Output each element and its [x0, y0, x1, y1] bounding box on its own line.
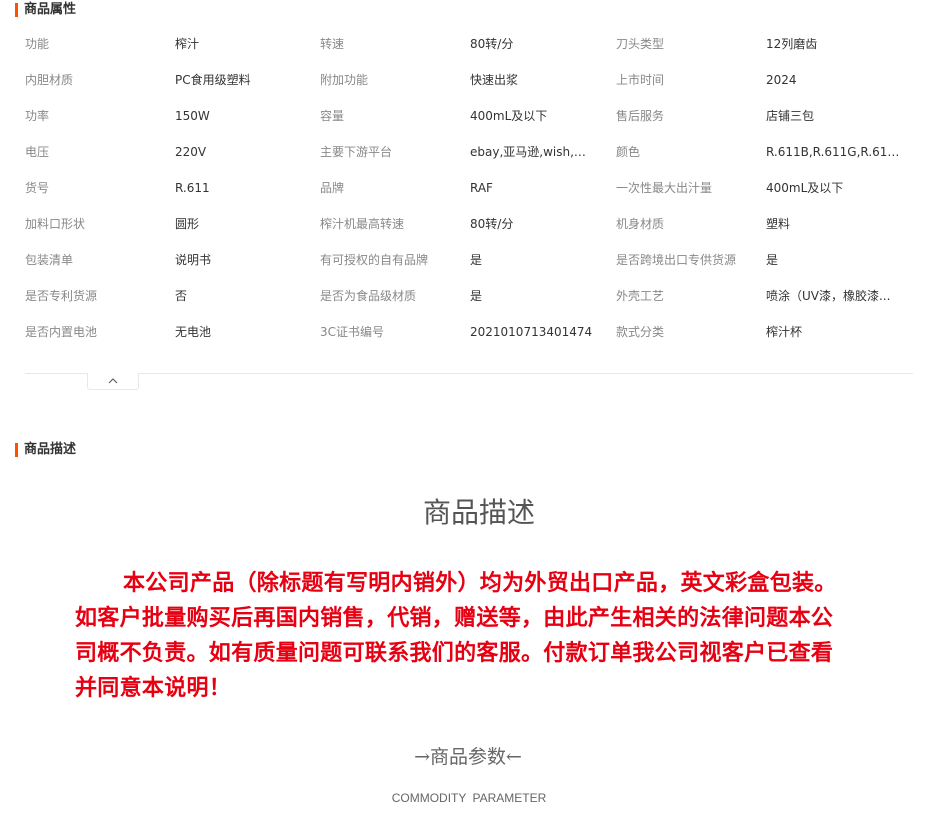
attribute-row: 电压 220V 主要下游平台 ebay,亚马逊,wish,速... 颜色 R.611B,R… [25, 134, 913, 170]
attribute-label: 有可授权的自有品牌 [320, 253, 429, 267]
attribute-label: 刀头类型 [616, 37, 665, 51]
attributes-divider [25, 373, 913, 374]
title-accent-bar [15, 3, 18, 17]
attribute-value: 店铺三包 [766, 109, 815, 123]
attribute-label: 电压 [25, 145, 50, 159]
attribute-row: 是否内置电池 无电池 3C证书编号 2021010713401474 款式分类 榨汁杯 [25, 314, 913, 350]
collapse-attributes-button[interactable] [87, 373, 139, 390]
attribute-value: 是 [470, 289, 483, 303]
attributes-section-title: 商品属性 [15, 1, 76, 19]
description-title-text: 商品描述 [24, 442, 77, 457]
attribute-label: 是否专利货源 [25, 289, 98, 303]
attribute-label: 颜色 [616, 145, 641, 159]
attribute-value: 220V [175, 145, 207, 159]
parameter-title: →商品参数← [414, 746, 522, 768]
attribute-label: 功能 [25, 37, 50, 51]
attribute-value: 是 [766, 253, 779, 267]
attribute-value: 80转/分 [470, 37, 514, 51]
attributes-table: 功能 榨汁 转速 80转/分 刀头类型 12列磨齿内胆材质 PC食用级塑料 附加功能 快速出浆 上… [25, 26, 913, 350]
attribute-value: ebay,亚马逊,wish,速... [470, 145, 595, 159]
attribute-label: 加料口形状 [25, 217, 86, 231]
attribute-label: 机身材质 [616, 217, 665, 231]
attribute-value: 是 [470, 253, 483, 267]
attribute-value: 榨汁 [175, 37, 200, 51]
attribute-label: 主要下游平台 [320, 145, 393, 159]
attribute-label: 上市时间 [616, 73, 665, 87]
attribute-value: 无电池 [175, 325, 212, 339]
attribute-label: 包装清单 [25, 253, 74, 267]
attribute-label: 是否为食品级材质 [320, 289, 417, 303]
title-accent-bar [15, 443, 18, 457]
attribute-label: 售后服务 [616, 109, 665, 123]
attribute-value: 400mL及以下 [766, 181, 844, 195]
export-notice: 本公司产品（除标题有写明内销外）均为外贸出口产品，英文彩盒包装。如客户批量购买后… [75, 571, 837, 701]
attribute-label: 是否内置电池 [25, 325, 98, 339]
attribute-row: 功率 150W 容量 400mL及以下 售后服务 店铺三包 [25, 98, 913, 134]
attribute-value: 塑料 [766, 217, 791, 231]
attributes-title-text: 商品属性 [24, 2, 77, 17]
attribute-row: 包装清单 说明书 有可授权的自有品牌 是 是否跨境出口专供货源 是 [25, 242, 913, 278]
attribute-label: 一次性最大出汁量 [616, 181, 713, 195]
parameter-subtitle: COMMODITY PARAMETER [391, 791, 547, 805]
attribute-value: 快速出浆 [470, 73, 519, 87]
attribute-value: R.611B,R.611G,R.611R [766, 145, 901, 159]
attribute-label: 功率 [25, 109, 50, 123]
attribute-label: 附加功能 [320, 73, 369, 87]
attribute-value: 榨汁杯 [766, 325, 803, 339]
attribute-value: R.611 [175, 181, 210, 195]
attribute-label: 品牌 [320, 181, 345, 195]
description-heading: 商品描述 [422, 496, 535, 529]
description-section-title: 商品描述 [15, 441, 76, 459]
attribute-value: 80转/分 [470, 217, 514, 231]
attribute-label: 内胆材质 [25, 73, 74, 87]
attribute-label: 容量 [320, 109, 345, 123]
attribute-value: RAF [470, 181, 493, 195]
attribute-row: 货号 R.611 品牌 RAF 一次性最大出汁量 400mL及以下 [25, 170, 913, 206]
attribute-value: 喷涂（UV漆，橡胶漆... [766, 289, 891, 303]
attribute-label: 榨汁机最高转速 [320, 217, 405, 231]
attribute-label: 3C证书编号 [320, 325, 385, 339]
attribute-row: 功能 榨汁 转速 80转/分 刀头类型 12列磨齿 [25, 26, 913, 62]
attribute-label: 是否跨境出口专供货源 [616, 253, 737, 267]
attribute-value: 2024 [766, 73, 797, 87]
attribute-label: 外壳工艺 [616, 289, 665, 303]
attribute-row: 是否专利货源 否 是否为食品级材质 是 外壳工艺 喷涂（UV漆，橡胶漆... [25, 278, 913, 314]
attribute-label: 转速 [320, 37, 345, 51]
attribute-value: 否 [175, 289, 188, 303]
attribute-value: 400mL及以下 [470, 109, 548, 123]
attribute-row: 加料口形状 圆形 榨汁机最高转速 80转/分 机身材质 塑料 [25, 206, 913, 242]
attribute-value: 圆形 [175, 217, 200, 231]
attribute-label: 货号 [25, 181, 50, 195]
attribute-value: 12列磨齿 [766, 37, 818, 51]
attribute-value: 2021010713401474 [470, 325, 593, 339]
attribute-value: PC食用级塑料 [175, 73, 251, 87]
attribute-label: 款式分类 [616, 325, 665, 339]
chevron-up-icon [108, 378, 118, 384]
attribute-value: 说明书 [175, 253, 212, 267]
attribute-value: 150W [175, 109, 210, 123]
attribute-row: 内胆材质 PC食用级塑料 附加功能 快速出浆 上市时间 2024 [25, 62, 913, 98]
